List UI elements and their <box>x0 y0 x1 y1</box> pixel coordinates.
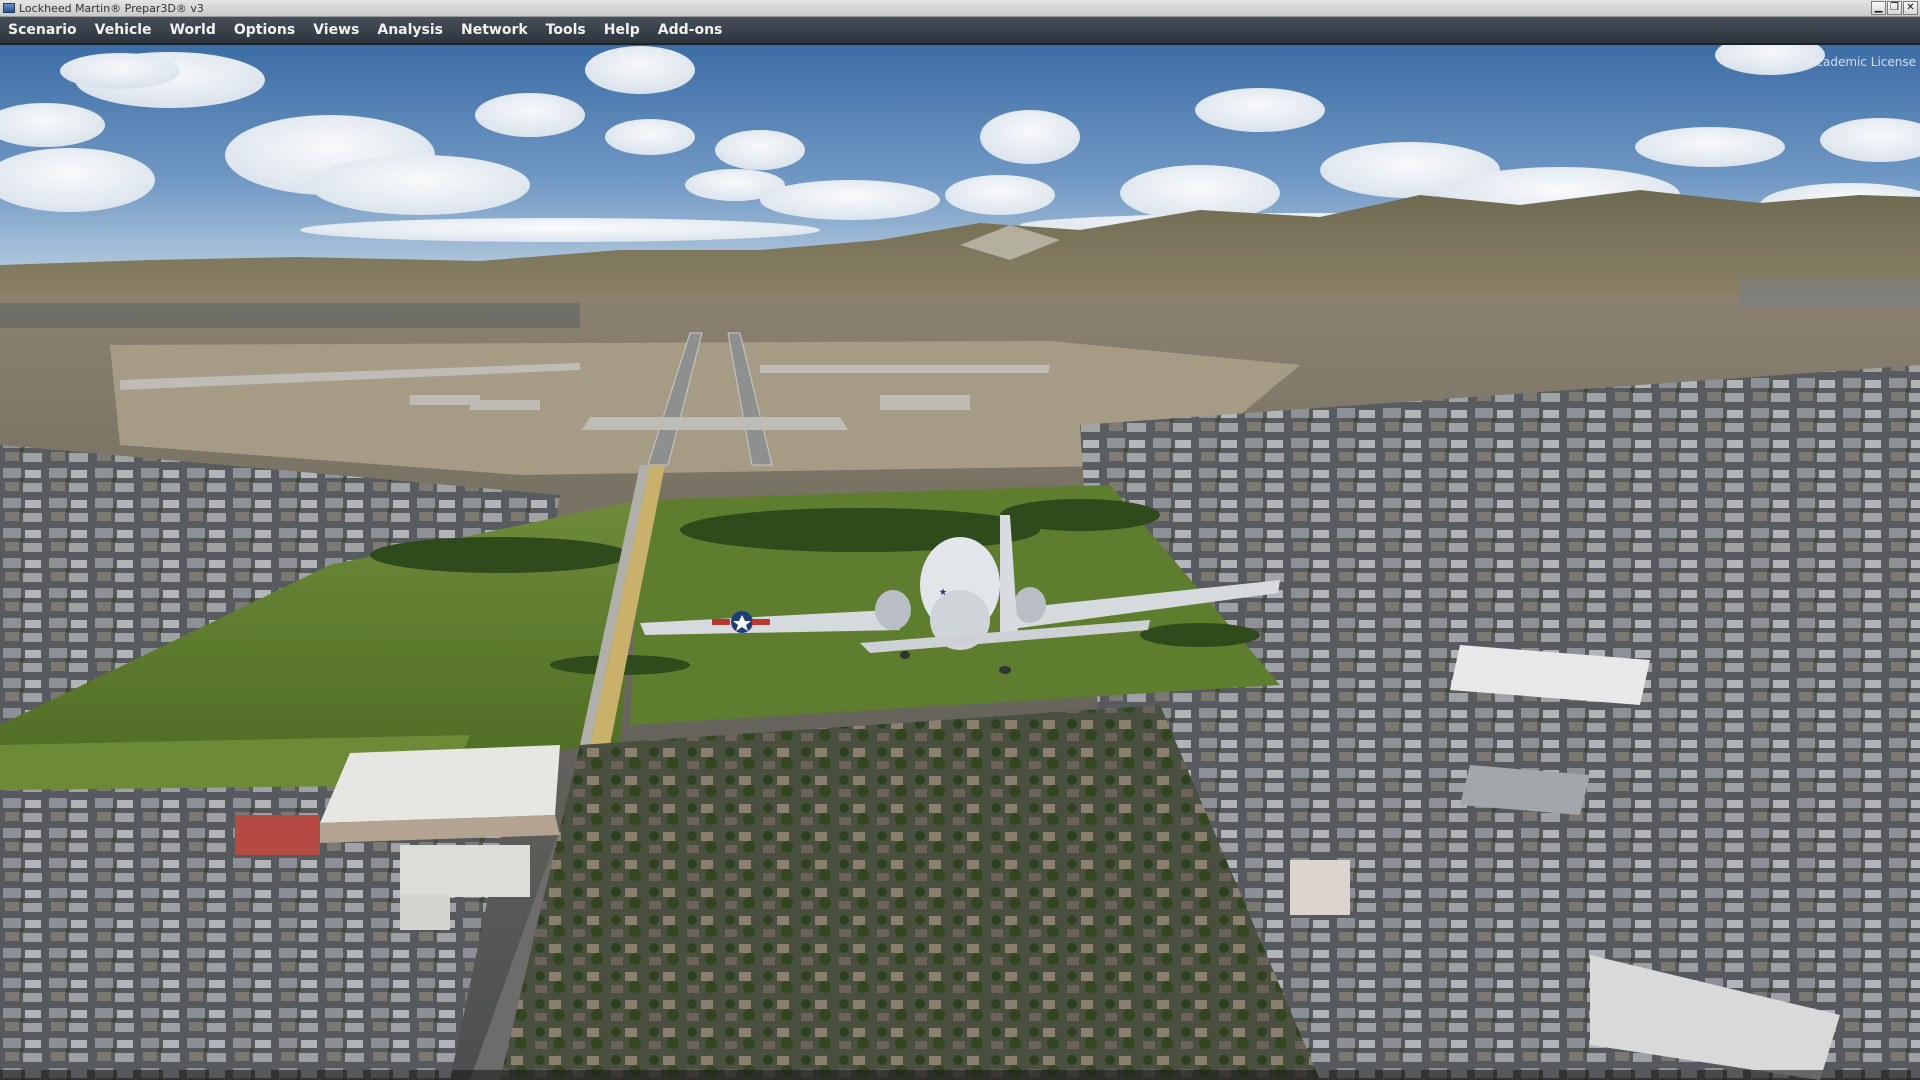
academic-license-watermark: Academic License <box>1808 55 1916 69</box>
prepar3d-window: Lockheed Martin® Prepar3D® v3 ▁ ❐ ✕ Scen… <box>0 0 1920 1080</box>
menu-options[interactable]: Options <box>225 17 304 43</box>
menu-scenario[interactable]: Scenario <box>0 17 86 43</box>
menu-world[interactable]: World <box>161 17 225 43</box>
minimize-button[interactable]: ▁ <box>1871 1 1886 15</box>
restore-button[interactable]: ❐ <box>1887 1 1902 15</box>
prepar3d-app-icon[interactable] <box>3 3 15 13</box>
menu-tools[interactable]: Tools <box>537 17 595 43</box>
title-bar[interactable]: Lockheed Martin® Prepar3D® v3 ▁ ❐ ✕ <box>0 0 1920 17</box>
window-controls: ▁ ❐ ✕ <box>1871 1 1918 15</box>
menu-add-ons[interactable]: Add-ons <box>649 17 732 43</box>
menu-analysis[interactable]: Analysis <box>368 17 452 43</box>
scenery-render: ⋆ <box>0 45 1920 1080</box>
svg-text:⋆: ⋆ <box>938 582 948 601</box>
menu-bar: Scenario Vehicle World Options Views Ana… <box>0 17 1920 45</box>
menu-network[interactable]: Network <box>452 17 537 43</box>
menu-vehicle[interactable]: Vehicle <box>86 17 161 43</box>
close-button[interactable]: ✕ <box>1903 1 1918 15</box>
menu-help[interactable]: Help <box>595 17 649 43</box>
menu-views[interactable]: Views <box>304 17 368 43</box>
simulation-viewport[interactable]: ⋆ Academic License <box>0 45 1920 1080</box>
window-title: Lockheed Martin® Prepar3D® v3 <box>19 2 204 15</box>
